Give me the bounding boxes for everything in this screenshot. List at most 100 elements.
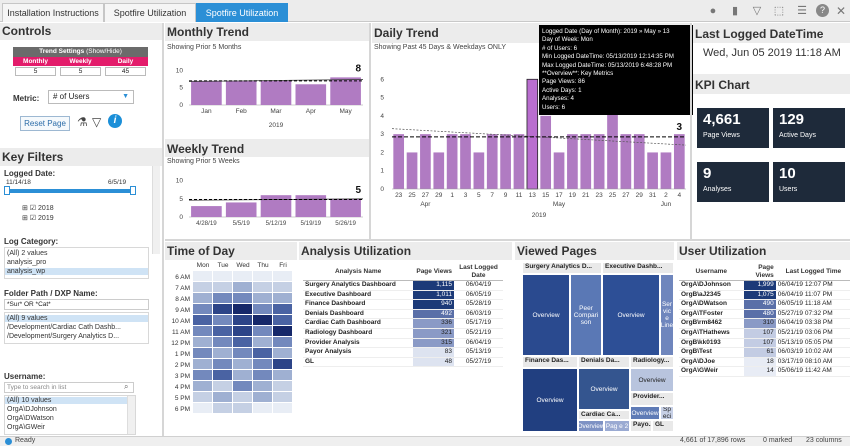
treemap-service-line[interactable]: Ser vic e Line: [660, 274, 674, 356]
username-list[interactable]: (All) 10 values OrgA\DJohnson OrgA\DWats…: [4, 395, 136, 435]
chat-icon[interactable]: ●: [706, 4, 720, 18]
filter-icon[interactable]: ▽: [750, 4, 764, 18]
col-analysis-name[interactable]: Analysis Name: [303, 264, 414, 281]
treemap-overview[interactable]: Overview: [578, 420, 604, 432]
table-row[interactable]: GL 48 05/27/19: [303, 357, 503, 368]
kpi-tile-users[interactable]: 10 Users: [773, 162, 845, 202]
table-row[interactable]: OrgA\DWatson 490 06/05/19 11:18 AM: [679, 299, 850, 310]
tab-installation[interactable]: Installation Instructions: [2, 3, 104, 22]
table-row[interactable]: Denials Dashboard 492 06/03/19: [303, 309, 503, 320]
help-icon[interactable]: ?: [816, 4, 829, 17]
treemap-page-2[interactable]: Pag e 2: [604, 420, 630, 432]
list-item[interactable]: analysis_wp: [5, 268, 148, 275]
filter-scrollbar[interactable]: [152, 166, 160, 254]
treemap-overview[interactable]: Overview: [578, 368, 630, 410]
folder-list[interactable]: (All) 9 values /Development/Cardiac Cath…: [4, 312, 149, 344]
search-icon[interactable]: ⌕: [124, 382, 128, 392]
bookmark-icon[interactable]: ▮: [728, 4, 742, 18]
list-item[interactable]: OrgA\DWatson: [7, 415, 54, 422]
table-row[interactable]: OrgB\rm8462 310 06/04/19 03:38 PM: [679, 318, 850, 329]
col-last-logged[interactable]: Last Logged Date: [454, 264, 503, 281]
close-icon[interactable]: ✕: [834, 4, 848, 18]
heat-cell: [273, 337, 292, 347]
daily-input[interactable]: 45: [105, 67, 146, 76]
table-row[interactable]: OrgB\aJ2345 1,075 06/04/19 11:07 PM: [679, 290, 850, 301]
tab-utilization-v2[interactable]: Spotfire Utilization v2.0: [196, 3, 288, 36]
table-row[interactable]: Radiology Dashboard 321 05/21/19: [303, 328, 503, 339]
group-provider-analysis[interactable]: Provider...: [630, 392, 674, 406]
heat-cell: [193, 326, 212, 336]
reset-page-button[interactable]: Reset Page: [20, 116, 70, 131]
weekly-input[interactable]: 5: [60, 67, 101, 76]
table-row[interactable]: Finance Dashboard 940 05/28/19: [303, 299, 503, 310]
list-item[interactable]: (All) 9 values: [5, 315, 148, 322]
treemap-overview[interactable]: Overview: [630, 406, 660, 420]
info-icon[interactable]: i: [108, 114, 122, 128]
kpi-tile-page-views[interactable]: 4,661 Page Views: [697, 108, 769, 148]
folder-search-input[interactable]: *Sur* OR *Cat*: [4, 299, 149, 310]
col-user-page-views[interactable]: Page Views: [743, 264, 776, 281]
treemap-peer-comparison[interactable]: Peer Compari son: [570, 274, 602, 356]
list-item[interactable]: /Development/Surgery Analytics D...: [7, 333, 119, 340]
treemap-overview[interactable]: Overview: [630, 368, 674, 392]
x-tick-label: 23: [395, 192, 403, 199]
monthly-trend-chart[interactable]: 10 5 0 Jan Feb Mar Apr May 8 2019: [165, 53, 369, 131]
x-tick-label: 5/5/19: [233, 220, 251, 227]
col-username[interactable]: Username: [679, 264, 744, 281]
viewed-pages-treemap[interactable]: Surgery Analytics D... Executive Dashb...…: [522, 262, 674, 432]
menu-icon[interactable]: ☰: [795, 4, 809, 18]
slider-handle-right[interactable]: [130, 186, 136, 195]
table-row[interactable]: OrgA\THathews 107 05/21/19 03:06 PM: [679, 328, 850, 339]
group-payor-analysis[interactable]: Payo...: [630, 420, 652, 432]
list-item[interactable]: analysis_pro: [7, 259, 46, 266]
table-row[interactable]: Payor Analysis 83 05/13/19: [303, 347, 503, 358]
list-scrollbar[interactable]: [127, 396, 135, 434]
username-search-input[interactable]: Type to search in list: [4, 382, 134, 393]
year-2019[interactable]: ⊞ ☑ 2019: [22, 214, 54, 222]
group-finance-dashboard[interactable]: Finance Das...: [522, 356, 578, 368]
treemap-overview[interactable]: Overview: [602, 274, 660, 356]
table-row[interactable]: Surgery Analytics Dashboard 1,115 06/04/19: [303, 280, 503, 291]
list-item[interactable]: (All) 2 values: [7, 250, 47, 257]
time-of-day-heatmap[interactable]: Mon Tue Wed Thu Fri 6 AM 7 AM 8 AM 9 AM 10 AM 11 A…: [165, 260, 297, 436]
tooltip-line: **Overview**: Key Metrics: [542, 70, 614, 78]
date-range-slider[interactable]: [6, 189, 134, 193]
table-row[interactable]: OrgA\GWeir 14 05/06/19 11:42 AM: [679, 366, 850, 377]
col-page-views[interactable]: Page Views: [413, 264, 455, 281]
details-icon[interactable]: ⬚: [772, 4, 786, 18]
table-row[interactable]: OrgB\Test 61 06/03/19 10:02 AM: [679, 347, 850, 358]
monthly-input[interactable]: 5: [15, 67, 56, 76]
kpi-tile-analyses[interactable]: 9 Analyses: [697, 162, 769, 202]
group-cardiac-cath[interactable]: Cardiac Ca...: [578, 410, 630, 420]
table-row[interactable]: Executive Dashboard 1,011 06/05/19: [303, 290, 503, 301]
flask-icon[interactable]: ⚗: [77, 115, 88, 129]
treemap-overview[interactable]: Overview: [522, 368, 578, 432]
table-row[interactable]: Provider Analysis 315 06/04/19: [303, 338, 503, 349]
group-executive-dashboard[interactable]: Executive Dashb...: [602, 262, 674, 274]
col-last-logged-time[interactable]: Last Logged Time: [775, 264, 850, 281]
tab-utilization-v1[interactable]: Spotfire Utilization v1.0: [104, 3, 196, 36]
list-item[interactable]: OrgA\GWeir: [7, 424, 45, 431]
list-item[interactable]: OrgA\DJohnson: [7, 406, 57, 413]
group-surgery-analytics[interactable]: Surgery Analytics D...: [522, 262, 602, 274]
year-2018[interactable]: ⊞ ☑ 2018: [22, 204, 54, 212]
group-gl[interactable]: GL: [652, 420, 674, 432]
table-row[interactable]: OrgA\DJohnson 1,999 06/04/19 12:07 PM: [679, 280, 850, 291]
kpi-tile-active-days[interactable]: 129 Active Days: [773, 108, 845, 148]
table-row[interactable]: OrgA\TFoster 480 05/27/19 07:32 PM: [679, 309, 850, 320]
weekly-trend-chart[interactable]: 10 5 0 4/28/19 5/5/19 5/12/19 5/19/19 5/26/19 5: [165, 165, 369, 239]
treemap-overview[interactable]: Overview: [522, 274, 570, 356]
log-category-list[interactable]: (All) 2 values analysis_pro analysis_wp: [4, 247, 149, 279]
table-row[interactable]: Cardiac Cath Dashboard 336 05/17/19: [303, 318, 503, 329]
list-item[interactable]: /Development/Cardiac Cath Dashb...: [7, 324, 121, 331]
bar: [660, 152, 672, 189]
funnel-icon[interactable]: ▽: [92, 115, 101, 129]
slider-handle-left[interactable]: [4, 186, 10, 195]
group-radiology-dashboard[interactable]: Radiology...: [630, 356, 674, 368]
table-row[interactable]: OrgB\kk0193 107 05/13/19 05:05 PM: [679, 338, 850, 349]
group-denials-dashboard[interactable]: Denials Da...: [578, 356, 630, 368]
list-item[interactable]: (All) 10 values: [5, 397, 127, 404]
table-row[interactable]: OrgA\DJoe 18 03/17/19 08:10 AM: [679, 357, 850, 368]
metric-dropdown[interactable]: # of Users ▼: [48, 90, 134, 104]
treemap-special[interactable]: Sp eci: [660, 406, 674, 420]
